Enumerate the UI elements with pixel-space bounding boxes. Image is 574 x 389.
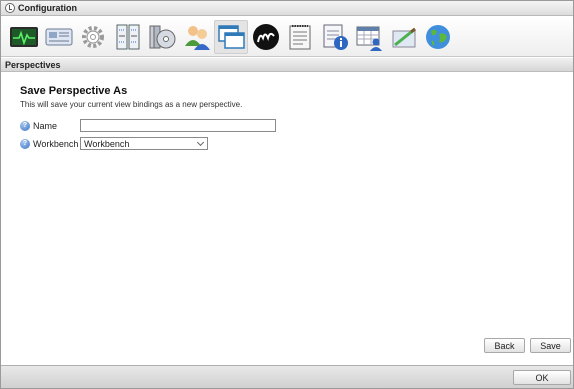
toolbar-media-button[interactable]: [145, 20, 179, 54]
globe-icon: [426, 24, 450, 49]
name-label: Name: [33, 120, 58, 131]
toolbar-edit-button[interactable]: [387, 20, 421, 54]
title-bar: Configuration: [1, 1, 573, 16]
toolbar-settings-button[interactable]: [76, 20, 110, 54]
name-row: ? Name: [20, 119, 276, 132]
save-button[interactable]: Save: [530, 338, 571, 353]
calendar-user-icon: [356, 26, 382, 51]
workbench-select-value: Workbench: [84, 138, 130, 149]
id-card-icon: [45, 28, 72, 45]
workbench-select[interactable]: Workbench: [80, 137, 208, 150]
window-title: Configuration: [18, 3, 77, 13]
form-title: Save Perspective As: [20, 85, 128, 97]
configuration-window: Configuration Perspectives Save Perspect…: [0, 0, 574, 389]
ok-button[interactable]: OK: [513, 370, 571, 385]
checklist-pen-icon: [392, 27, 416, 47]
monitor-pulse-icon: [10, 26, 38, 47]
logo-m-icon: [252, 23, 279, 50]
toolbar-calendar-button[interactable]: [352, 20, 386, 54]
server-icon: [116, 24, 139, 49]
toolbar-users-button[interactable]: [180, 20, 214, 54]
toolbar-brand-button[interactable]: [249, 20, 283, 54]
toolbar-windows-button[interactable]: [214, 19, 248, 54]
notepad-info-icon: [323, 24, 348, 50]
help-icon[interactable]: ?: [20, 120, 30, 131]
back-button[interactable]: Back: [484, 338, 525, 353]
toolbar-monitor-button[interactable]: [7, 20, 41, 54]
section-header: Perspectives: [1, 58, 573, 72]
chevron-down-icon: [197, 140, 204, 147]
gear-icon: [82, 25, 104, 48]
toolbar: [1, 17, 573, 57]
toolbar-globe-button[interactable]: [421, 20, 455, 54]
toolbar-info-button[interactable]: [318, 20, 352, 54]
save-perspective-panel: Save Perspective As This will save your …: [1, 73, 573, 363]
dialog-footer: OK: [1, 365, 573, 388]
form-description: This will save your current view binding…: [20, 100, 243, 109]
disc-folder-icon: [149, 25, 176, 48]
toolbar-notes-button[interactable]: [283, 20, 317, 54]
toolbar-idcard-button[interactable]: [42, 20, 76, 54]
windows-icon: [218, 24, 245, 49]
name-input[interactable]: [80, 119, 276, 132]
workbench-label: Workbench: [33, 138, 79, 149]
section-title: Perspectives: [5, 60, 61, 70]
toolbar-server-button[interactable]: [111, 20, 145, 54]
help-icon[interactable]: ?: [20, 138, 30, 149]
workbench-row: ? Workbench Workbench: [20, 137, 208, 150]
users-icon: [184, 25, 210, 50]
notepad-icon: [289, 24, 311, 49]
clock-icon: [5, 3, 15, 13]
